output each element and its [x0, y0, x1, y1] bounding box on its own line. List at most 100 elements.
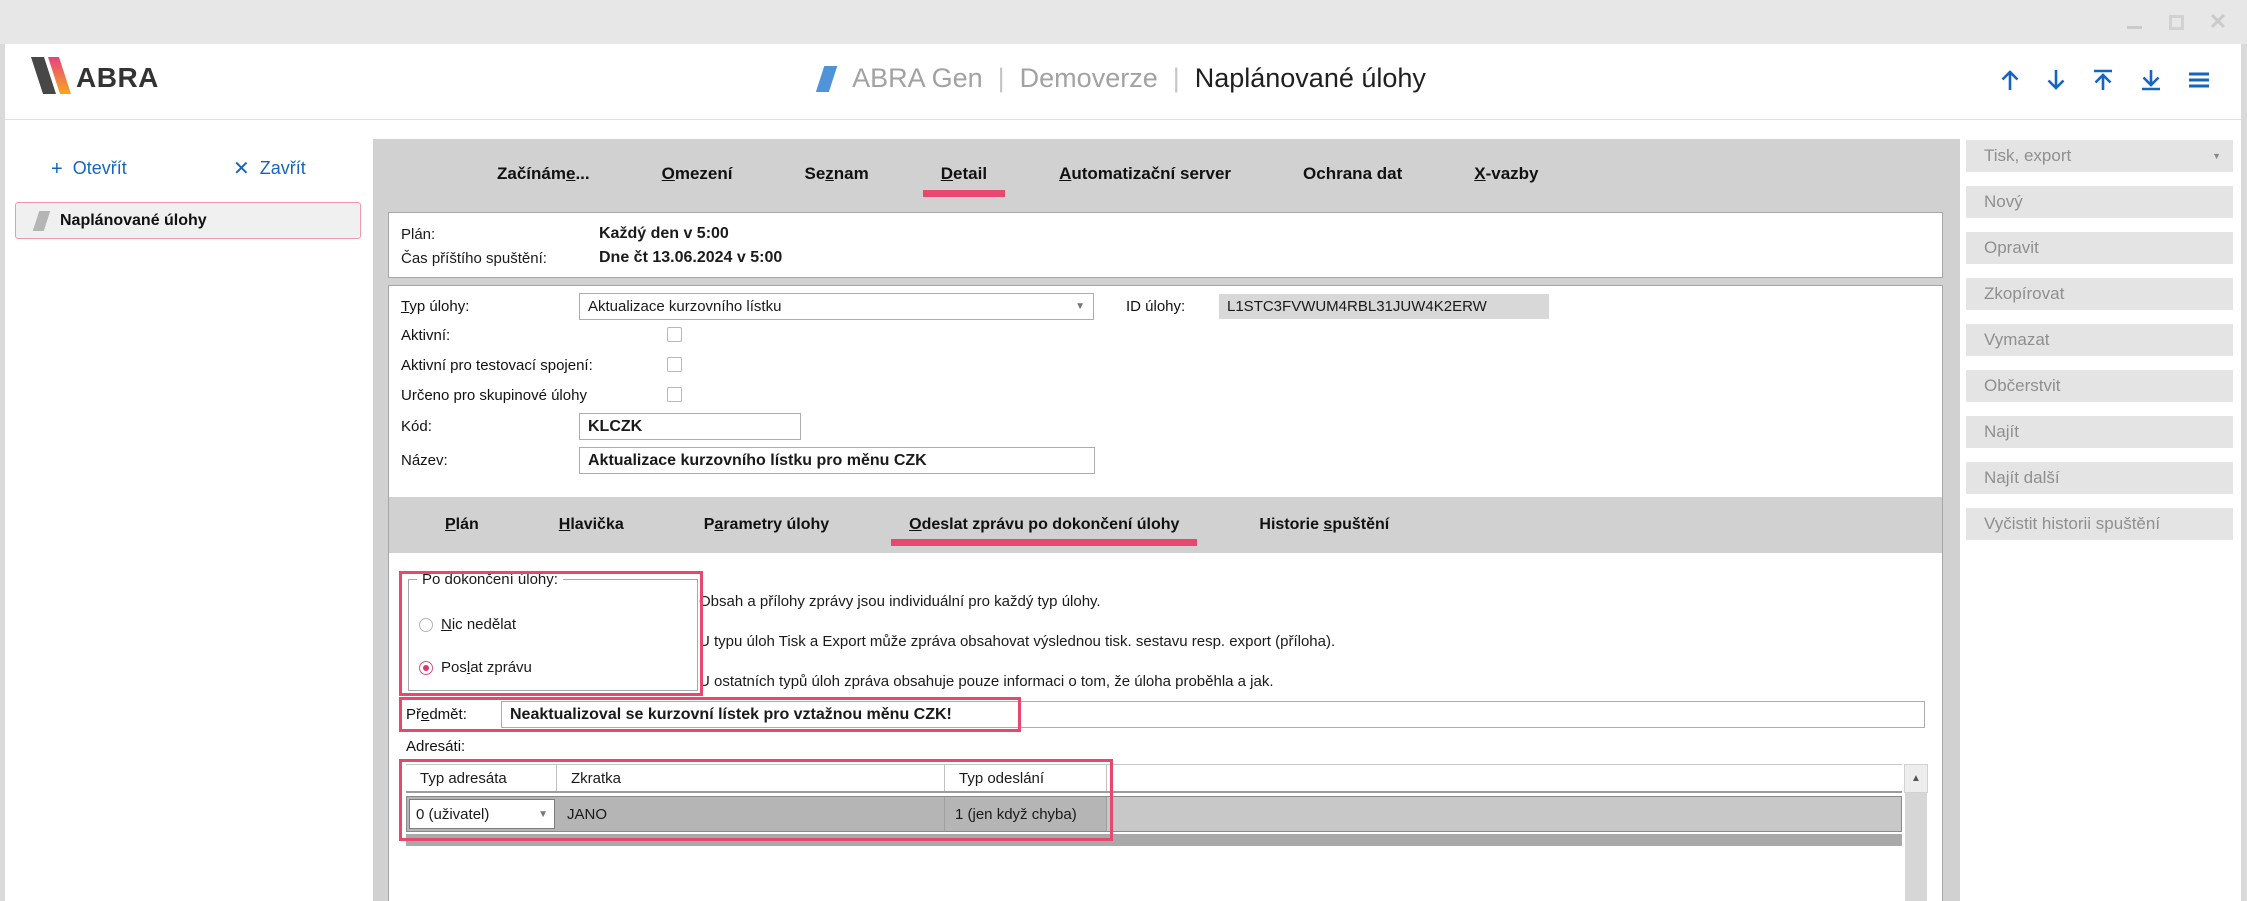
- action-sidebar: Tisk, export ▼ Nový Opravit Zkopírovat V…: [1966, 140, 2233, 901]
- chevron-down-icon: ▼: [1075, 301, 1085, 312]
- novy-label: Nový: [1984, 192, 2023, 212]
- message-info-line-3: U ostatních typů úloh zpráva obsahuje po…: [699, 673, 1274, 690]
- agenda-item-label: Naplánované úlohy: [60, 212, 207, 230]
- najit-dalsi-label: Najít další: [1984, 468, 2060, 488]
- message-info-line-2: U typu úloh Tisk a Export může zpráva ob…: [699, 633, 1335, 650]
- tisk-export-button[interactable]: Tisk, export ▼: [1966, 140, 2233, 172]
- message-info-line-1: Obsah a přílohy zprávy jsou individuální…: [699, 593, 1101, 610]
- active-label: Aktivní:: [401, 327, 450, 344]
- column-header-typ-odeslani[interactable]: Typ odeslání: [945, 765, 1107, 791]
- table-scroll-up-button[interactable]: ▲: [1904, 764, 1928, 793]
- recipient-send-type-cell[interactable]: 1 (jen když chyba): [945, 797, 1107, 831]
- menu-icon[interactable]: [2185, 67, 2213, 93]
- test-connection-checkbox[interactable]: [667, 357, 682, 372]
- subtab-odeslat-zpravu[interactable]: Odeslat zprávu po dokončení úlohy: [909, 516, 1179, 534]
- test-connection-label: Aktivní pro testovací spojení:: [401, 357, 593, 374]
- agenda-item-naplanovane-ulohy[interactable]: Naplánované úlohy: [15, 202, 361, 239]
- record-last-button[interactable]: [2137, 67, 2165, 93]
- table-scrollbar[interactable]: [1905, 793, 1927, 901]
- title-environment: Demoverze: [1020, 63, 1158, 94]
- najit-dalsi-button[interactable]: Najít další: [1966, 462, 2233, 494]
- main-tab-bar: Začínáme... Omezení Seznam Detail Automa…: [373, 139, 1960, 208]
- column-header-typ-adresata[interactable]: Typ adresáta: [406, 765, 557, 791]
- abra-logo-text: ABRA: [76, 63, 159, 94]
- app-header: ABRA ABRA Gen | Demoverze | Naplánované …: [5, 44, 2241, 120]
- vymazat-button[interactable]: Vymazat: [1966, 324, 2233, 356]
- option-do-nothing-label: Nic nedělat: [441, 616, 516, 633]
- plan-summary-box: Plán: Každý den v 5:00 Čas příštího spuš…: [388, 212, 1943, 278]
- tab-x-vazby[interactable]: X-vazby: [1474, 164, 1538, 184]
- tab-zaciname[interactable]: Začínáme...: [497, 164, 590, 184]
- chevron-down-icon: ▼: [2212, 151, 2221, 161]
- tab-omezeni[interactable]: Omezení: [662, 164, 733, 184]
- window-close-button[interactable]: ✕: [2207, 11, 2229, 33]
- najit-label: Najít: [1984, 422, 2019, 442]
- zkopirovat-label: Zkopírovat: [1984, 284, 2064, 304]
- page-title: ABRA Gen | Demoverze | Naplánované úlohy: [820, 63, 1426, 94]
- subtab-plan[interactable]: Plán: [445, 516, 479, 534]
- option-send-message[interactable]: Poslat zprávu: [419, 659, 532, 676]
- subtab-parametry-ulohy[interactable]: Parametry úlohy: [704, 516, 829, 534]
- obcerstvit-button[interactable]: Občerstvit: [1966, 370, 2233, 402]
- open-agenda-button[interactable]: + Otevřít: [51, 158, 127, 179]
- recipient-type-dropdown[interactable]: 0 (uživatel) ▼: [409, 799, 555, 829]
- tab-detail[interactable]: Detail: [941, 164, 987, 184]
- plan-label: Plán:: [401, 226, 599, 243]
- task-type-label: Typ úlohy:: [401, 298, 469, 315]
- code-label: Kód:: [401, 418, 432, 435]
- maximize-icon: [2169, 15, 2184, 30]
- recipient-code-cell[interactable]: JANO: [557, 797, 945, 831]
- recipient-row-filler: [1107, 797, 1901, 831]
- task-type-dropdown[interactable]: Aktualizace kurzovního lístku ▼: [579, 293, 1094, 320]
- name-input[interactable]: Aktualizace kurzovního lístku pro měnu C…: [579, 447, 1095, 474]
- code-input[interactable]: KLCZK: [579, 413, 801, 440]
- active-checkbox[interactable]: [667, 327, 682, 342]
- record-down-button[interactable]: [2043, 67, 2069, 93]
- recipient-row[interactable]: 0 (uživatel) ▼ JANO 1 (jen když chyba): [406, 796, 1902, 832]
- close-x-icon: ✕: [233, 159, 250, 179]
- next-run-label: Čas příštího spuštění:: [401, 250, 599, 267]
- zkopirovat-button[interactable]: Zkopírovat: [1966, 278, 2233, 310]
- radio-selected-icon[interactable]: [419, 661, 433, 675]
- window-titlebar: ✕: [0, 0, 2247, 44]
- recipients-table-header: Typ adresáta Zkratka Typ odeslání: [406, 764, 1902, 793]
- opravit-button[interactable]: Opravit: [1966, 232, 2233, 264]
- option-do-nothing[interactable]: Nic nedělat: [419, 616, 516, 633]
- detail-subtab-bar: Plán Hlavička Parametry úlohy Odeslat zp…: [389, 497, 1942, 553]
- task-detail-box: Typ úlohy: Aktualizace kurzovního lístku…: [388, 285, 1943, 901]
- record-up-button[interactable]: [1997, 67, 2023, 93]
- chevron-down-icon: ▼: [538, 809, 548, 820]
- vycistit-historii-button[interactable]: Vyčistit historii spuštění: [1966, 508, 2233, 540]
- group-tasks-label: Určeno pro skupinové úlohy: [401, 387, 587, 404]
- column-header-zkratka[interactable]: Zkratka: [557, 765, 945, 791]
- record-first-button[interactable]: [2089, 67, 2117, 93]
- task-id-field: L1STC3FVWUM4RBL31JUW4K2ERW: [1219, 294, 1549, 319]
- window-minimize-button[interactable]: [2123, 11, 2145, 33]
- next-run-value: Dne čt 13.06.2024 v 5:00: [599, 249, 782, 267]
- agenda-slash-icon: [33, 211, 50, 231]
- abra-gen-window: ✕ ABRA ABRA Gen | Demoverze | Naplánovan…: [0, 0, 2247, 901]
- opravit-label: Opravit: [1984, 238, 2039, 258]
- tab-automatizacni-server[interactable]: Automatizační server: [1059, 164, 1231, 184]
- close-icon: ✕: [2209, 11, 2227, 33]
- tab-seznam[interactable]: Seznam: [805, 164, 869, 184]
- abra-logo: ABRA: [35, 57, 159, 94]
- radio-unselected-icon[interactable]: [419, 618, 433, 632]
- task-id-label: ID úlohy:: [1126, 298, 1185, 315]
- after-completion-legend: Po dokončení úlohy:: [417, 571, 563, 588]
- subject-input[interactable]: Neaktualizoval se kurzovní lístek pro vz…: [501, 701, 1925, 728]
- najit-button[interactable]: Najít: [1966, 416, 2233, 448]
- subtab-historie-spusteni[interactable]: Historie spuštění: [1259, 516, 1389, 534]
- group-tasks-checkbox[interactable]: [667, 387, 682, 402]
- tisk-export-label: Tisk, export: [1984, 146, 2071, 166]
- column-header-filler: [1107, 765, 1902, 791]
- main-content-panel: Začínáme... Omezení Seznam Detail Automa…: [373, 139, 1960, 901]
- window-maximize-button[interactable]: [2165, 11, 2187, 33]
- tab-ochrana-dat[interactable]: Ochrana dat: [1303, 164, 1402, 184]
- novy-button[interactable]: Nový: [1966, 186, 2233, 218]
- option-send-message-label: Poslat zprávu: [441, 659, 532, 676]
- close-agenda-button[interactable]: ✕ Zavřít: [233, 158, 306, 179]
- subtab-hlavicka[interactable]: Hlavička: [559, 516, 624, 534]
- vycistit-historii-label: Vyčistit historii spuštění: [1984, 514, 2160, 534]
- subject-label: Předmět:: [406, 706, 467, 723]
